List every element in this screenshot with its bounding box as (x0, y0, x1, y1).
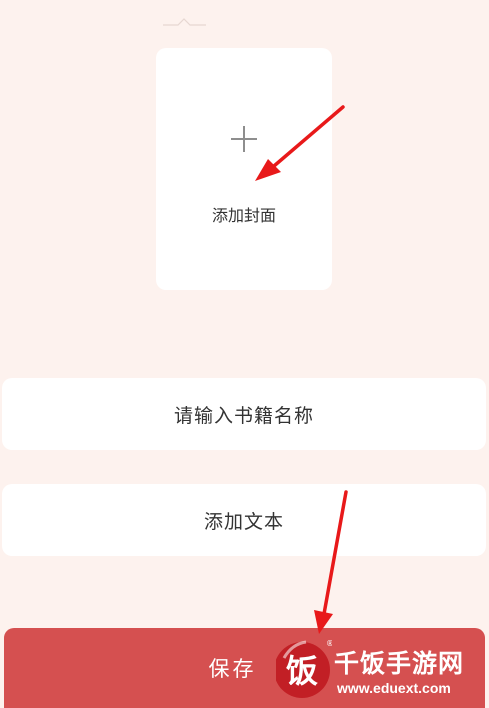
book-name-input[interactable]: 请输入书籍名称 (2, 378, 486, 450)
plus-icon[interactable] (231, 126, 257, 152)
add-text-label: 添加文本 (203, 510, 284, 533)
save-button-label: 保存 (208, 657, 257, 681)
add-text-field[interactable]: 添加文本 (2, 484, 486, 556)
add-cover-card[interactable] (156, 48, 332, 290)
book-name-placeholder: 请输入书籍名称 (173, 404, 314, 427)
top-decoration (160, 14, 210, 28)
add-cover-label: 添加封面 (211, 206, 276, 225)
save-button[interactable]: 保存 (4, 628, 485, 708)
